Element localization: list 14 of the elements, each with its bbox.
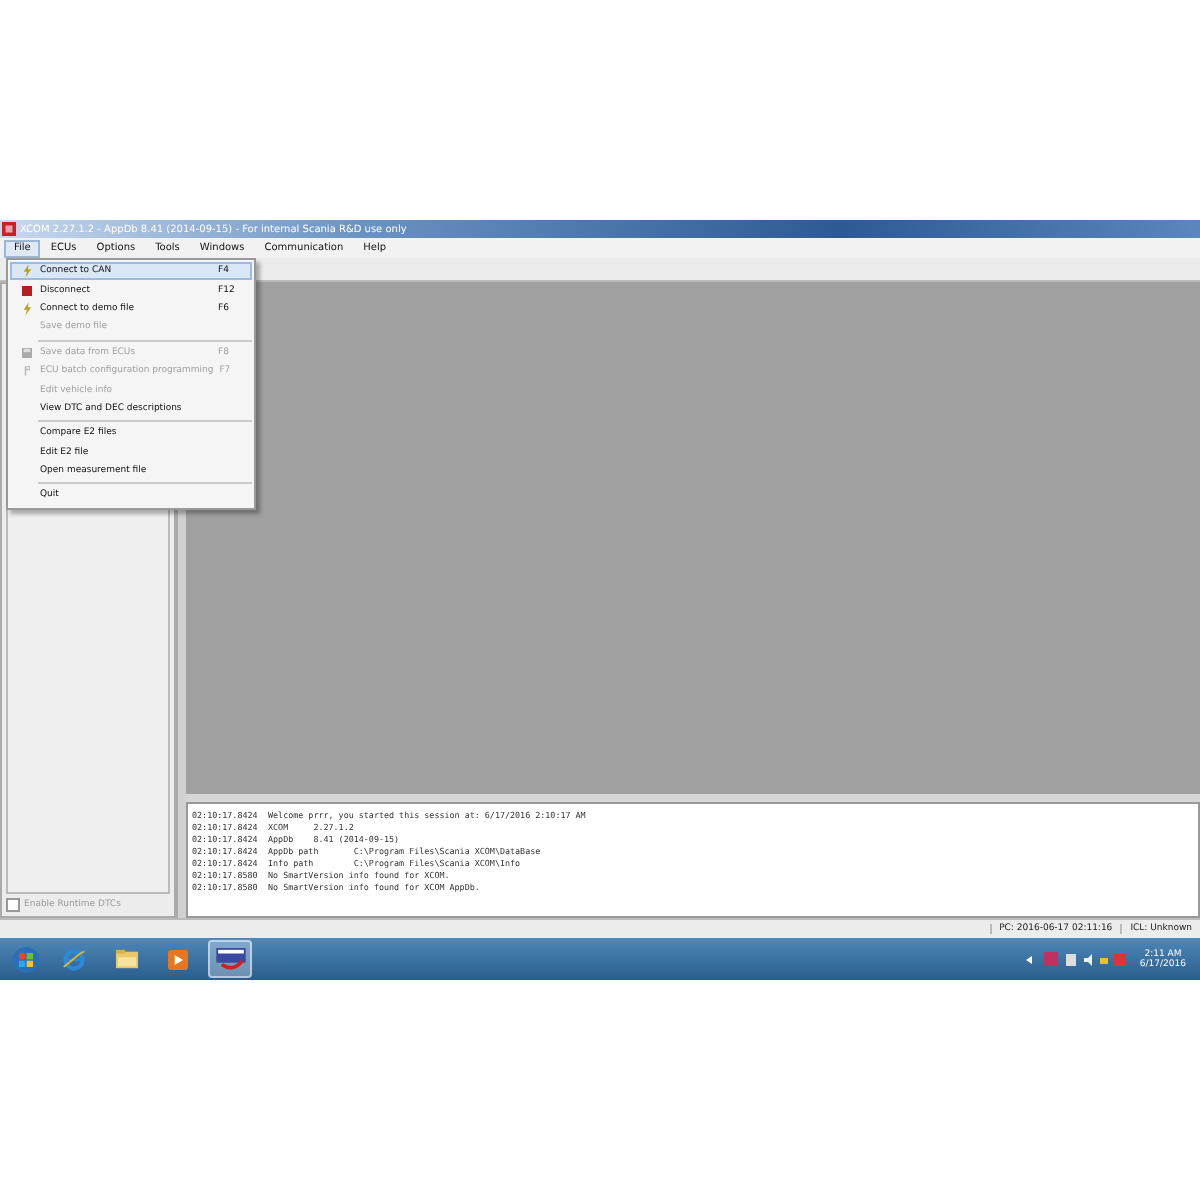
taskbar-app[interactable]	[208, 940, 252, 978]
play-icon	[168, 949, 188, 969]
save-icon	[21, 347, 31, 358]
folder-icon	[113, 948, 139, 970]
tray-icons-drawing	[1025, 951, 1126, 967]
lightning-icon	[21, 264, 31, 279]
flag-icon	[23, 366, 29, 377]
start-button[interactable]	[8, 941, 44, 977]
app-window-icon	[215, 948, 245, 970]
lightning-icon	[21, 301, 31, 316]
stop-icon	[21, 283, 31, 298]
splitter-handle[interactable]	[186, 794, 1200, 802]
browser-icon	[62, 947, 86, 971]
app-icon	[2, 222, 16, 236]
